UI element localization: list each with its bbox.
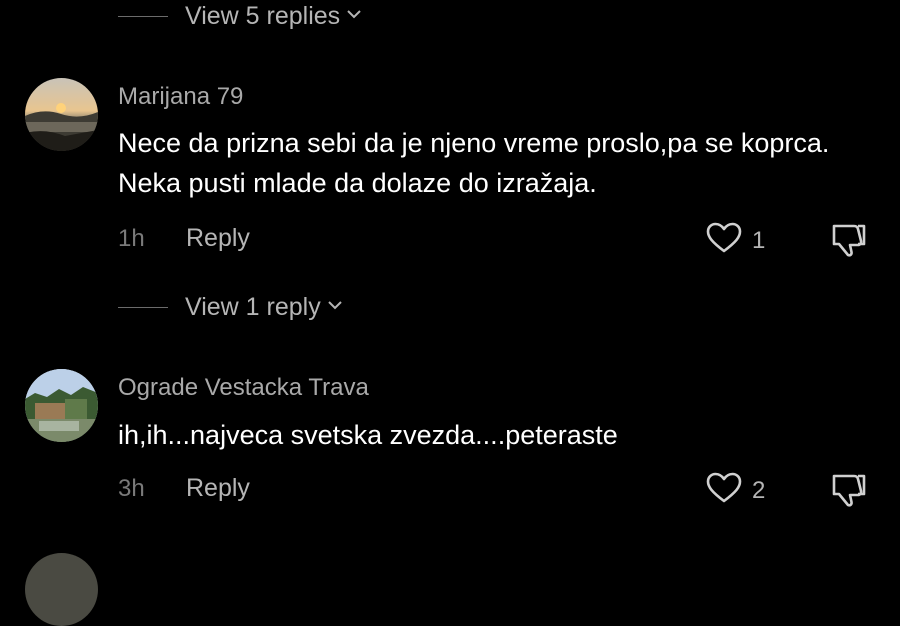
- comment-time: 1h: [118, 224, 145, 252]
- reply-button[interactable]: Reply: [186, 474, 250, 503]
- avatar[interactable]: [25, 78, 98, 151]
- dislike-button[interactable]: [830, 472, 868, 513]
- reply-button[interactable]: Reply: [186, 224, 250, 253]
- comment-text: Nece da prizna sebi da je njeno vreme pr…: [118, 128, 830, 198]
- like-button[interactable]: 2: [706, 472, 765, 509]
- heart-outline-icon: [706, 472, 742, 509]
- thumbs-down-icon: [830, 474, 868, 512]
- dislike-button[interactable]: [830, 222, 868, 263]
- like-button[interactable]: 1: [706, 222, 765, 259]
- thumbs-down-icon: [830, 224, 868, 262]
- avatar[interactable]: [25, 553, 98, 626]
- view-replies-label: View 5 replies: [185, 1, 341, 30]
- comment-meta: 3h Reply: [118, 474, 250, 503]
- avatar[interactable]: [25, 369, 98, 442]
- comment-time: 3h: [118, 474, 145, 502]
- chevron-down-icon: [327, 298, 343, 316]
- replies-divider-line: [118, 306, 168, 308]
- chevron-down-icon: [346, 7, 362, 25]
- like-count: 1: [752, 226, 766, 254]
- view-replies-button[interactable]: View 5 replies: [118, 0, 362, 32]
- comment-username[interactable]: Marijana 79: [118, 83, 243, 111]
- like-count: 2: [752, 476, 766, 504]
- replies-divider-line: [118, 15, 168, 17]
- heart-outline-icon: [706, 222, 742, 259]
- view-replies-button[interactable]: View 1 reply: [118, 291, 343, 323]
- comment-username[interactable]: Ograde Vestacka Trava: [118, 374, 369, 402]
- view-replies-label: View 1 reply: [185, 292, 321, 321]
- comment-text: ih,ih...najveca svetska zvezda....petera…: [118, 420, 618, 450]
- comment-meta: 1h Reply: [118, 224, 250, 253]
